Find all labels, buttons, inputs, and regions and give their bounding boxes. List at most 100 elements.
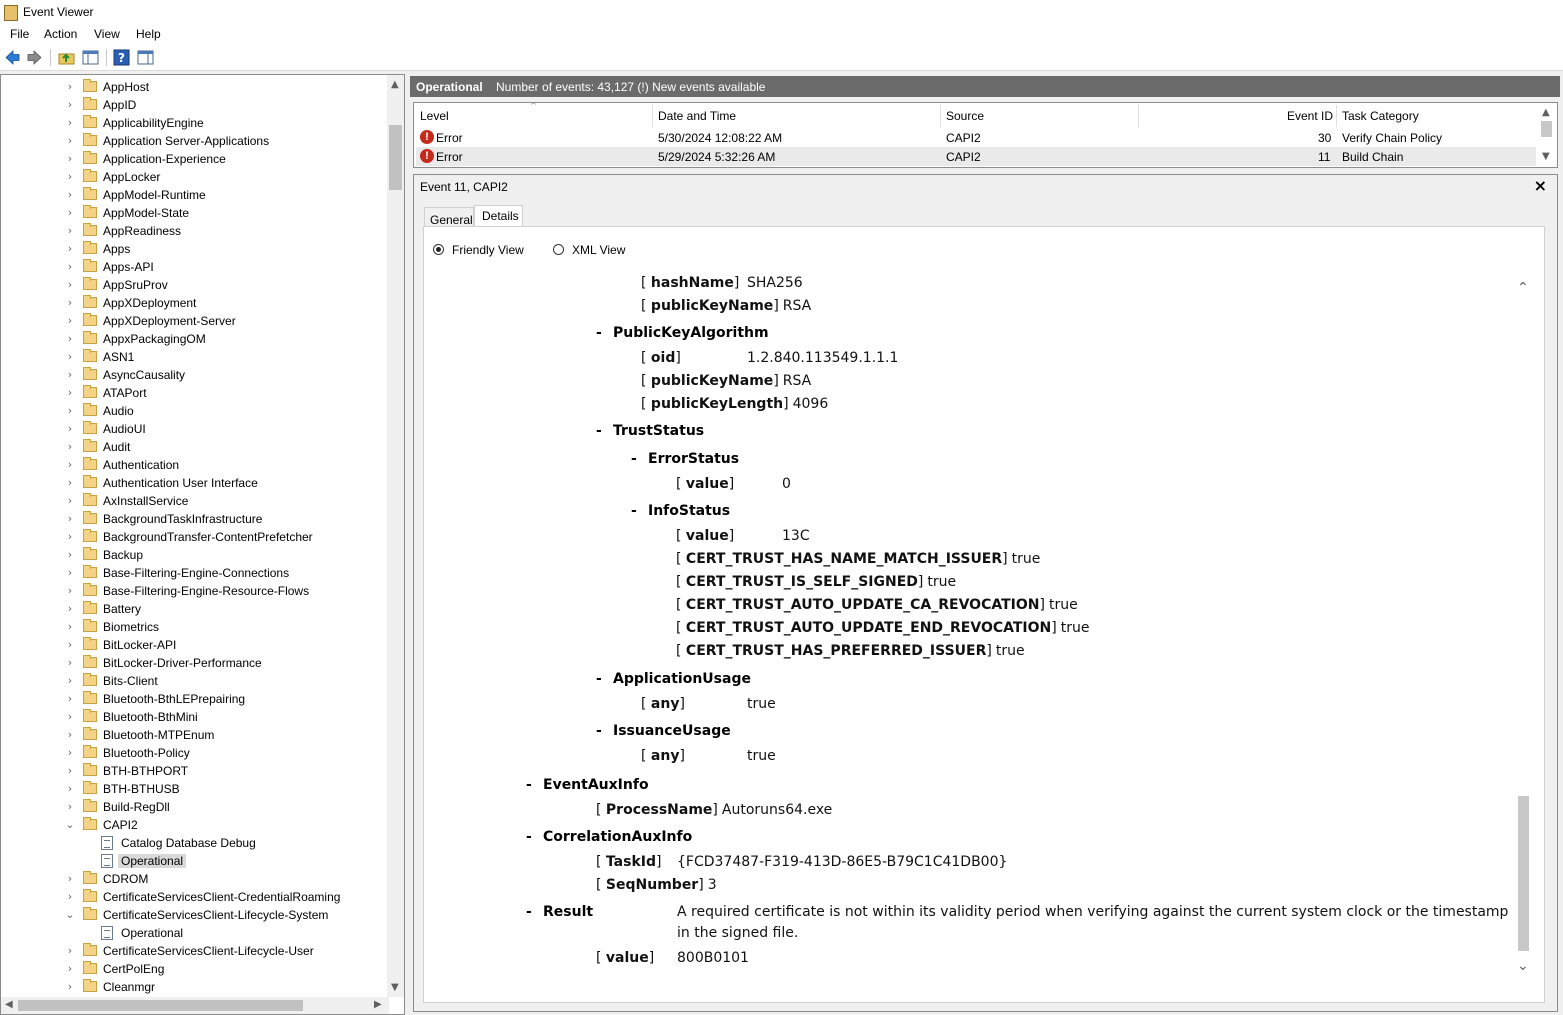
tree-item[interactable]: › ASN1 [1, 348, 386, 366]
scroll-up-arrow-icon[interactable]: ▲ [1542, 107, 1550, 118]
tree-item[interactable]: › Apps [1, 240, 386, 258]
column-header-level[interactable]: Level [420, 109, 449, 123]
tree-item[interactable]: Operational [1, 852, 386, 870]
scroll-up-chevron-icon[interactable]: ⌃ [1517, 280, 1529, 296]
tree-item[interactable]: › AppID [1, 96, 386, 114]
chevron-right-icon[interactable]: › [65, 332, 75, 346]
chevron-right-icon[interactable]: › [65, 890, 75, 904]
tree-item[interactable]: ⌄ CAPI2 [1, 816, 386, 834]
chevron-right-icon[interactable]: › [65, 710, 75, 724]
column-header-task-category[interactable]: Task Category [1342, 109, 1419, 123]
tree-item[interactable]: › BackgroundTransfer-ContentPrefetcher [1, 528, 386, 546]
event-row[interactable]: ! Error 5/30/2024 12:08:22 AM CAPI2 30 V… [416, 128, 1536, 147]
menu-help[interactable]: Help [136, 27, 161, 41]
tree-item[interactable]: › AppXDeployment-Server [1, 312, 386, 330]
tree-item[interactable]: › AppxPackagingOM [1, 330, 386, 348]
chevron-right-icon[interactable]: › [65, 692, 75, 706]
collapse-dash-icon[interactable]: - [631, 451, 637, 467]
chevron-right-icon[interactable]: › [65, 602, 75, 616]
tree-item[interactable]: › ATAPort [1, 384, 386, 402]
action-pane-icon[interactable] [137, 49, 154, 66]
chevron-right-icon[interactable]: › [65, 386, 75, 400]
tree-item[interactable]: › Bluetooth-Policy [1, 744, 386, 762]
tree-item[interactable]: › BTH-BTHPORT [1, 762, 386, 780]
chevron-right-icon[interactable]: › [65, 800, 75, 814]
scrollbar-thumb[interactable] [18, 1000, 303, 1011]
scroll-down-arrow-icon[interactable]: ▼ [1542, 151, 1550, 162]
tree-item[interactable]: › AppHost [1, 78, 386, 96]
tab-details[interactable]: Details [474, 205, 523, 227]
tree-item[interactable]: › AppSruProv [1, 276, 386, 294]
chevron-right-icon[interactable]: › [65, 368, 75, 382]
collapse-dash-icon[interactable]: - [526, 777, 532, 793]
chevron-right-icon[interactable]: › [65, 242, 75, 256]
collapse-dash-icon[interactable]: - [596, 325, 602, 341]
event-row-selected[interactable]: ! Error 5/29/2024 5:32:26 AM CAPI2 11 Bu… [416, 147, 1536, 166]
tree-item[interactable]: › Audio [1, 402, 386, 420]
tree-item[interactable]: › CertificateServicesClient-Lifecycle-Use… [1, 942, 386, 960]
tree-item[interactable]: › Battery [1, 600, 386, 618]
chevron-right-icon[interactable]: › [65, 170, 75, 184]
tab-general[interactable]: General [424, 207, 474, 227]
chevron-right-icon[interactable]: › [65, 674, 75, 688]
details-scrollbar[interactable]: ⌃ ⌄ [1515, 268, 1532, 986]
collapse-dash-icon[interactable]: - [526, 829, 532, 845]
chevron-right-icon[interactable]: › [65, 458, 75, 472]
scroll-right-arrow-icon[interactable]: ▶ [374, 999, 382, 1010]
chevron-right-icon[interactable]: › [65, 980, 75, 994]
tree-item[interactable]: ⌄ CertificateServicesClient-Lifecycle-Sys… [1, 906, 386, 924]
scroll-down-chevron-icon[interactable]: ⌄ [1517, 958, 1529, 974]
chevron-right-icon[interactable]: › [65, 746, 75, 760]
chevron-right-icon[interactable]: › [65, 782, 75, 796]
tree-item[interactable]: › BitLocker-Driver-Performance [1, 654, 386, 672]
tree-item[interactable]: Operational [1, 924, 386, 942]
tree-item[interactable]: › Cleanmgr [1, 978, 386, 996]
tree-item[interactable]: › Base-Filtering-Engine-Resource-Flows [1, 582, 386, 600]
tree-item[interactable]: › Build-RegDll [1, 798, 386, 816]
tree-item[interactable]: › BTH-BTHUSB [1, 780, 386, 798]
tree-item[interactable]: › CDROM [1, 870, 386, 888]
tree-item[interactable]: › Bluetooth-BthLEPrepairing [1, 690, 386, 708]
chevron-right-icon[interactable]: › [65, 962, 75, 976]
tree-item[interactable]: › BitLocker-API [1, 636, 386, 654]
column-divider[interactable] [940, 105, 941, 127]
chevron-down-icon[interactable]: ⌄ [65, 908, 75, 922]
collapse-dash-icon[interactable]: - [631, 503, 637, 519]
chevron-right-icon[interactable]: › [65, 728, 75, 742]
chevron-right-icon[interactable]: › [65, 404, 75, 418]
chevron-right-icon[interactable]: › [65, 638, 75, 652]
chevron-right-icon[interactable]: › [65, 944, 75, 958]
chevron-right-icon[interactable]: › [65, 80, 75, 94]
chevron-right-icon[interactable]: › [65, 152, 75, 166]
column-divider[interactable] [1138, 105, 1139, 127]
chevron-right-icon[interactable]: › [65, 872, 75, 886]
chevron-right-icon[interactable]: › [65, 296, 75, 310]
chevron-right-icon[interactable]: › [65, 260, 75, 274]
menu-action[interactable]: Action [44, 27, 77, 41]
chevron-right-icon[interactable]: › [65, 206, 75, 220]
collapse-dash-icon[interactable]: - [596, 671, 602, 687]
scroll-down-arrow-icon[interactable]: ▼ [391, 982, 399, 993]
chevron-right-icon[interactable]: › [65, 224, 75, 238]
tree-item[interactable]: › Base-Filtering-Engine-Connections [1, 564, 386, 582]
tree-item[interactable]: › AppXDeployment [1, 294, 386, 312]
tree-item[interactable]: › Application-Experience [1, 150, 386, 168]
tree-item[interactable]: › Apps-API [1, 258, 386, 276]
tree-item[interactable]: › CertificateServicesClient-CredentialRoa… [1, 888, 386, 906]
chevron-right-icon[interactable]: › [65, 584, 75, 598]
close-icon[interactable]: × [1534, 176, 1547, 195]
chevron-right-icon[interactable]: › [65, 278, 75, 292]
back-icon[interactable] [4, 49, 21, 66]
chevron-right-icon[interactable]: › [65, 188, 75, 202]
menu-file[interactable]: File [10, 27, 29, 41]
tree-item[interactable]: Catalog Database Debug [1, 834, 386, 852]
collapse-dash-icon[interactable]: - [596, 423, 602, 439]
collapse-dash-icon[interactable]: - [526, 904, 532, 920]
tree-item[interactable]: › CertPolEng [1, 960, 386, 978]
tree-horizontal-scrollbar[interactable]: ◀ ▶ [1, 997, 389, 1014]
forward-icon[interactable] [26, 49, 43, 66]
tree-item[interactable]: › AppReadiness [1, 222, 386, 240]
tree-item[interactable]: › Biometrics [1, 618, 386, 636]
tree-item[interactable]: › AsyncCausality [1, 366, 386, 384]
chevron-right-icon[interactable]: › [65, 350, 75, 364]
